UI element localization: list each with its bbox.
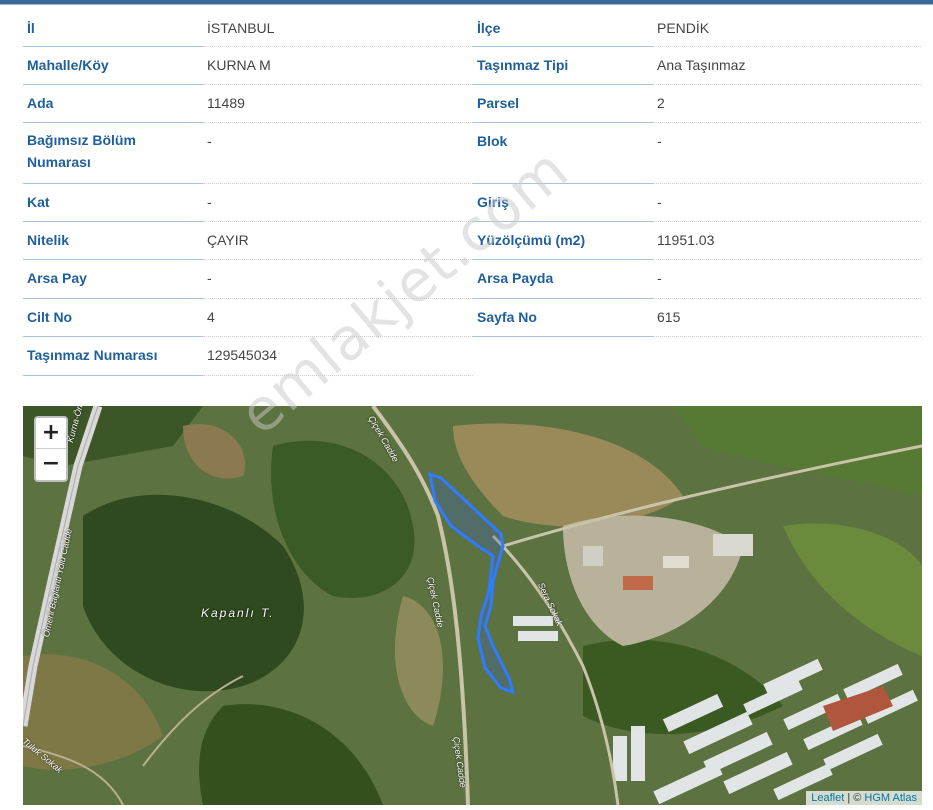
empty-cell [473,337,653,376]
property-info-grid: İl İSTANBUL İlçe PENDİK Mahalle/Köy KURN… [23,10,921,376]
value-kat: - [203,184,473,222]
label-giris: Giriş [473,184,653,222]
map-label-hill: Kapanlı T. [201,606,275,620]
label-ada: Ada [23,85,203,123]
label-arsa-pay: Arsa Pay [23,260,203,299]
label-bagimsiz-bolum: Bağımsız Bölüm Numarası [23,123,203,184]
value-tasinmaz-numarasi: 129545034 [203,337,473,376]
zoom-in-button[interactable]: + [36,418,66,449]
zoom-out-button[interactable]: − [36,449,66,479]
info-row: İl İSTANBUL İlçe PENDİK [23,10,921,47]
label-parsel: Parsel [473,85,653,123]
info-row: Mahalle/Köy KURNA M Taşınmaz Tipi Ana Ta… [23,47,921,85]
hgm-atlas-link[interactable]: HGM Atlas [864,792,917,804]
empty-cell [653,337,921,376]
map-attribution: Leaflet | © HGM Atlas [806,791,922,805]
info-row: Taşınmaz Numarası 129545034 [23,337,921,376]
value-cilt-no: 4 [203,299,473,337]
info-row: Kat - Giriş - [23,184,921,222]
info-row: Bağımsız Bölüm Numarası - Blok - [23,123,921,184]
label-ilce: İlçe [473,10,653,47]
label-blok: Blok [473,123,653,184]
top-border-shadow [0,4,933,5]
value-arsa-pay: - [203,260,473,299]
info-row: Ada 11489 Parsel 2 [23,85,921,123]
value-giris: - [653,184,921,222]
value-nitelik: ÇAYIR [203,222,473,260]
value-sayfa-no: 615 [653,299,921,337]
attribution-separator: | © [844,792,865,804]
label-kat: Kat [23,184,203,222]
label-sayfa-no: Sayfa No [473,299,653,337]
info-row: Nitelik ÇAYIR Yüzölçümü (m2) 11951.03 [23,222,921,260]
value-blok: - [653,123,921,184]
value-bagimsiz-bolum: - [203,123,473,184]
value-ilce: PENDİK [653,10,921,47]
leaflet-link[interactable]: Leaflet [811,792,844,804]
value-mahalle: KURNA M [203,47,473,85]
value-ada: 11489 [203,85,473,123]
label-il: İl [23,10,203,47]
value-arsa-payda: - [653,260,921,299]
info-row: Arsa Pay - Arsa Payda - [23,260,921,299]
value-il: İSTANBUL [203,10,473,47]
label-cilt-no: Cilt No [23,299,203,337]
label-tasinmaz-numarasi: Taşınmaz Numarası [23,337,203,376]
zoom-control: + − [34,416,68,482]
value-tasinmaz-tipi: Ana Taşınmaz [653,47,921,85]
label-nitelik: Nitelik [23,222,203,260]
label-arsa-payda: Arsa Payda [473,260,653,299]
value-yuzolcumu: 11951.03 [653,222,921,260]
label-tasinmaz-tipi: Taşınmaz Tipi [473,47,653,85]
label-mahalle: Mahalle/Köy [23,47,203,85]
map-imagery [23,406,922,805]
label-yuzolcumu: Yüzölçümü (m2) [473,222,653,260]
satellite-map[interactable]: Kapanlı T. Kurna-Ömerli Ömerli Bağlantı … [23,406,922,805]
info-row: Cilt No 4 Sayfa No 615 [23,299,921,337]
value-parsel: 2 [653,85,921,123]
